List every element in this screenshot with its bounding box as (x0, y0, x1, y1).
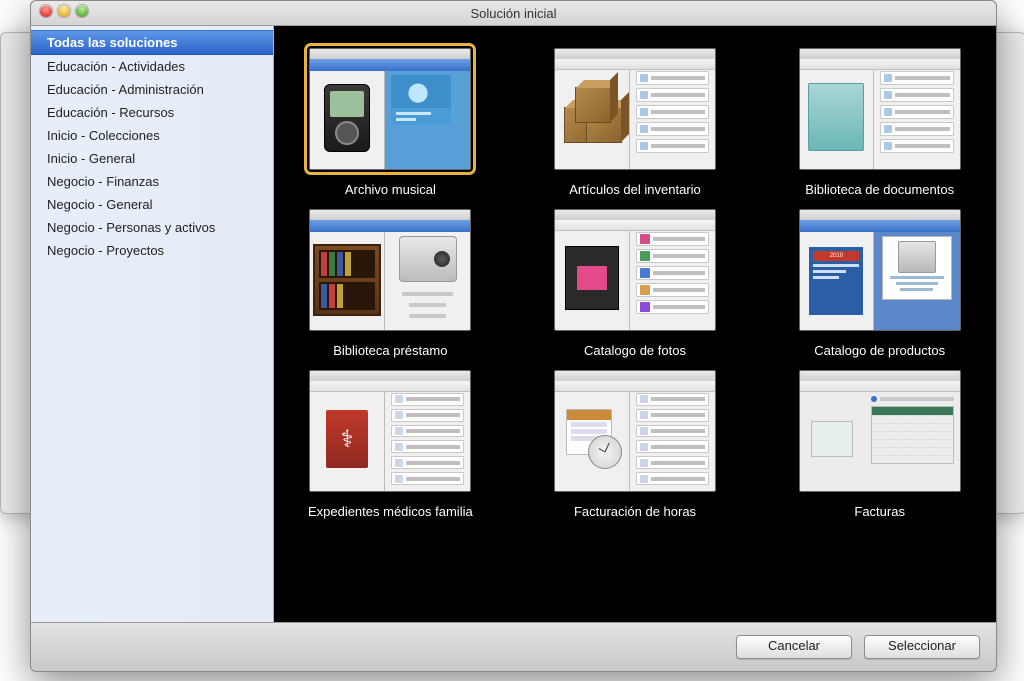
album-art-icon (391, 75, 451, 125)
sidebar-item-1[interactable]: Educación - Actividades (31, 55, 273, 78)
template-label: Facturas (854, 504, 905, 519)
select-button[interactable]: Seleccionar (864, 635, 980, 659)
template-lending[interactable]: Biblioteca préstamo (298, 209, 483, 358)
calendar-clock-icon (562, 409, 622, 469)
minimize-icon[interactable] (58, 5, 70, 17)
sidebar-item-9[interactable]: Negocio - Proyectos (31, 239, 273, 262)
close-icon[interactable] (40, 5, 52, 17)
sidebar-item-4[interactable]: Inicio - Colecciones (31, 124, 273, 147)
printer-card-icon (882, 236, 952, 300)
titlebar: Solución inicial (31, 1, 996, 26)
medical-book-icon: ⚕ (326, 410, 368, 468)
template-thumbnail (309, 209, 471, 331)
sidebar-item-3[interactable]: Educación - Recursos (31, 101, 273, 124)
sidebar-item-2[interactable]: Educación - Administración (31, 78, 273, 101)
sidebar-item-7[interactable]: Negocio - General (31, 193, 273, 216)
template-label: Catalogo de fotos (584, 343, 686, 358)
zoom-icon[interactable] (76, 5, 88, 17)
template-thumbnail (554, 209, 716, 331)
template-thumbnail (799, 370, 961, 492)
ipod-icon (324, 84, 370, 152)
template-thumbnail (309, 48, 471, 170)
template-label: Catalogo de productos (814, 343, 945, 358)
document-icon (808, 83, 864, 151)
window-controls (40, 5, 88, 17)
template-music[interactable]: Archivo musical (298, 48, 483, 197)
bookshelf-icon (313, 244, 381, 316)
template-products[interactable]: 2010 Catalogo de productos (787, 209, 972, 358)
photo-album-icon (565, 246, 619, 310)
sidebar-item-0[interactable]: Todas las soluciones (31, 30, 273, 55)
boxes-icon (558, 83, 626, 151)
template-label: Archivo musical (345, 182, 436, 197)
sidebar-item-5[interactable]: Inicio - General (31, 147, 273, 170)
template-thumbnail (554, 48, 716, 170)
window-title: Solución inicial (31, 6, 996, 21)
template-label: Artículos del inventario (569, 182, 701, 197)
template-timebill[interactable]: Facturación de horas (543, 370, 728, 519)
template-inventory[interactable]: Artículos del inventario (543, 48, 728, 197)
invoice-table-icon (871, 406, 954, 464)
category-sidebar: Todas las solucionesEducación - Activida… (31, 26, 274, 622)
template-label: Facturación de horas (574, 504, 696, 519)
template-thumbnail (554, 370, 716, 492)
template-invoice[interactable]: Facturas (787, 370, 972, 519)
cancel-button[interactable]: Cancelar (736, 635, 852, 659)
projector-icon (399, 236, 457, 282)
template-medical[interactable]: ⚕ Expedientes médicos familia (298, 370, 483, 519)
catalog-card-icon: 2010 (809, 247, 863, 315)
sidebar-item-8[interactable]: Negocio - Personas y activos (31, 216, 273, 239)
template-doclib[interactable]: Biblioteca de documentos (787, 48, 972, 197)
template-photos[interactable]: Catalogo de fotos (543, 209, 728, 358)
template-thumbnail (799, 48, 961, 170)
dialog-footer: Cancelar Seleccionar (31, 623, 996, 671)
template-thumbnail: ⚕ (309, 370, 471, 492)
template-grid: Archivo musical Artículos del inventario… (274, 26, 996, 622)
sidebar-item-6[interactable]: Negocio - Finanzas (31, 170, 273, 193)
template-label: Biblioteca de documentos (805, 182, 954, 197)
template-label: Expedientes médicos familia (308, 504, 473, 519)
template-chooser-dialog: Solución inicial Todas las solucionesEdu… (30, 0, 997, 672)
template-label: Biblioteca préstamo (333, 343, 447, 358)
invoice-totals-icon (811, 421, 853, 457)
dialog-body: Todas las solucionesEducación - Activida… (31, 26, 996, 623)
template-thumbnail: 2010 (799, 209, 961, 331)
